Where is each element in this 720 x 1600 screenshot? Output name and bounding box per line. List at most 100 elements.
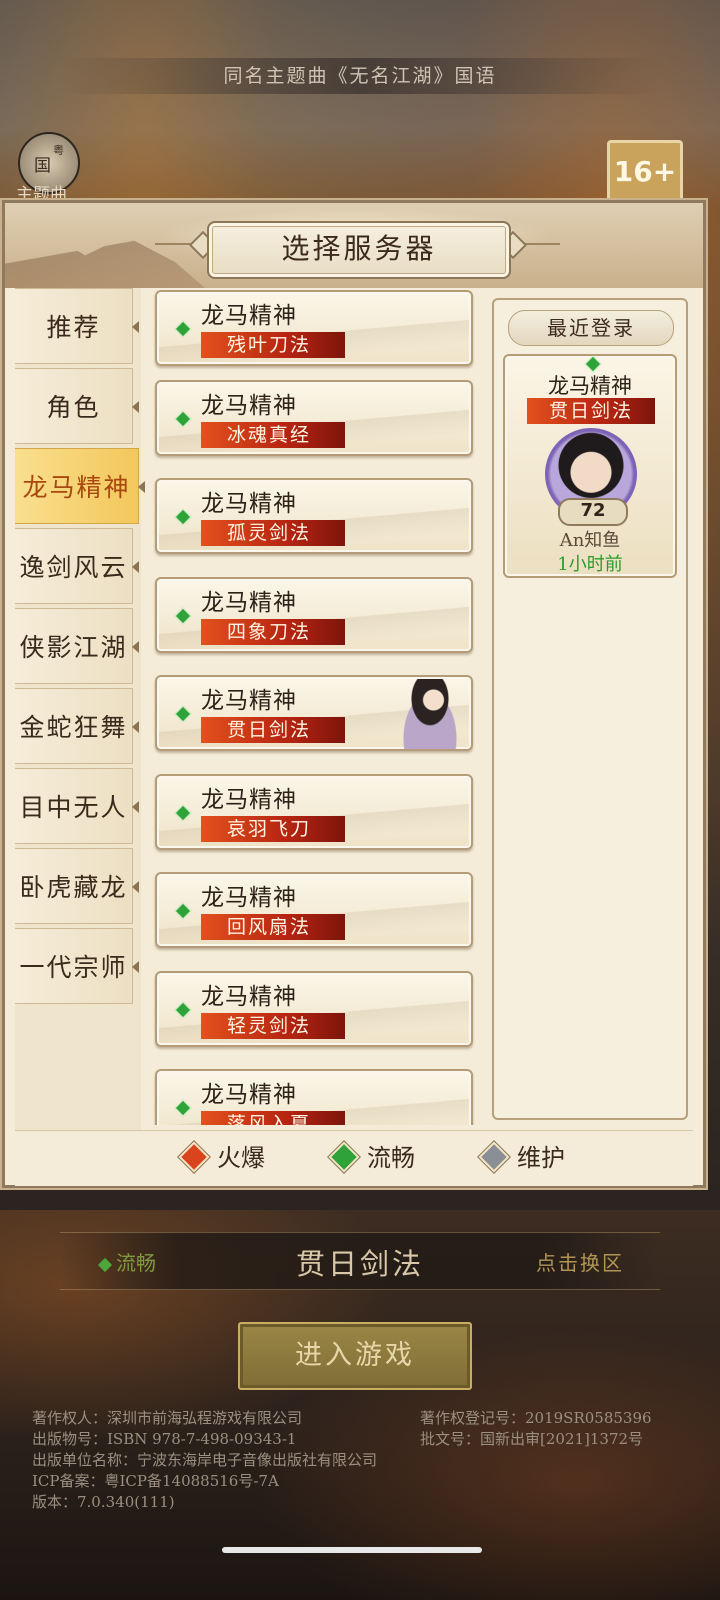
server-item[interactable]: 龙马精神 孤灵剑法: [155, 478, 473, 554]
tab-label: 目中无人: [19, 793, 128, 822]
recent-login-title: 最近登录: [508, 310, 674, 346]
server-zone: 龙马精神: [201, 491, 297, 517]
tab-label: 卧虎藏龙: [19, 873, 128, 902]
tab-longma-jingshen[interactable]: 龙马精神: [15, 448, 145, 524]
server-name: 残叶刀法: [201, 332, 345, 358]
last-login-time: 1小时前: [557, 554, 623, 575]
isbn: 出版物号：ISBN 978-7-498-09343-1: [32, 1430, 297, 1448]
server-item[interactable]: 龙马精神 冰魂真经: [155, 380, 473, 456]
server-name: 轻灵剑法: [201, 1013, 345, 1039]
publisher: 出版单位名称：宁波东海岸电子音像出版社有限公司: [32, 1451, 378, 1469]
tab-label: 侠影江湖: [19, 633, 128, 662]
version: 版本：7.0.340(111): [32, 1493, 175, 1511]
status-smooth-icon: [174, 410, 192, 428]
enter-game-button[interactable]: 进入游戏: [238, 1322, 472, 1390]
character-portrait-icon: [395, 679, 465, 749]
player-level: 72: [558, 498, 628, 526]
server-name: 冰魂真经: [201, 422, 345, 448]
home-indicator[interactable]: [222, 1547, 482, 1553]
approval-no: 批文号：国新出审[2021]1372号: [420, 1430, 644, 1448]
tab-label: 逸剑风云: [19, 553, 128, 582]
tab-label: 金蛇狂舞: [19, 713, 128, 742]
recent-login-card[interactable]: 龙马精神 贯日剑法 72 An知鱼 1小时前: [503, 354, 677, 578]
legend-maintenance: 维护: [478, 1141, 565, 1175]
status-smooth-icon: [174, 902, 192, 920]
server-item[interactable]: 龙马精神 回风扇法: [155, 872, 473, 948]
cantonese-glyph: 粤: [53, 144, 64, 157]
tab-arrow-icon: [132, 721, 139, 733]
tab-arrow-icon: [132, 961, 139, 973]
tab-arrow-icon: [132, 641, 139, 653]
tab-arrow-icon: [138, 481, 145, 493]
tab-yidai-zongshi[interactable]: 一代宗师: [15, 928, 139, 1004]
server-zone: 龙马精神: [201, 885, 297, 911]
server-zone: 龙马精神: [201, 303, 297, 329]
hot-gem-icon: [178, 1141, 210, 1173]
status-smooth-icon: [174, 508, 192, 526]
server-zone: 龙马精神: [201, 984, 297, 1010]
copyright-reg-no: 著作权登记号：2019SR0585396: [420, 1409, 652, 1427]
panel-header: 选择服务器: [5, 203, 703, 288]
switch-server-button[interactable]: 点击换区: [536, 1247, 624, 1276]
status-smooth-icon: [174, 804, 192, 822]
tab-yijian-fengyun[interactable]: 逸剑风云: [15, 528, 139, 604]
tab-arrow-icon: [132, 561, 139, 573]
recent-zone: 龙马精神: [548, 374, 632, 398]
tab-recommended[interactable]: 推荐: [15, 288, 139, 364]
server-zone: 龙马精神: [201, 787, 297, 813]
copyright-info: 著作权人：深圳市前海弘程游戏有限公司 著作权登记号：2019SR0585396 出…: [32, 1408, 702, 1513]
server-zone: 龙马精神: [201, 393, 297, 419]
server-name: 孤灵剑法: [201, 520, 345, 546]
status-smooth-icon: [174, 320, 192, 338]
tab-characters[interactable]: 角色: [15, 368, 139, 444]
server-zone: 龙马精神: [201, 688, 297, 714]
theme-song-banner: 同名主题曲《无名江湖》国语: [60, 58, 660, 94]
legend-label: 火爆: [217, 1144, 265, 1172]
icp: ICP备案：粤ICP备14088516号-7A: [32, 1472, 279, 1490]
mandarin-glyph: 国: [34, 156, 51, 176]
maintenance-gem-icon: [478, 1141, 510, 1173]
mountain-decoration: [5, 229, 205, 288]
legend-label: 流畅: [367, 1144, 415, 1172]
tab-muzhong-wuren[interactable]: 目中无人: [15, 768, 139, 844]
status-smooth-icon: [174, 1099, 192, 1117]
status-legend: 火爆 流畅 维护: [15, 1130, 693, 1186]
recent-login-section: 最近登录 龙马精神 贯日剑法 72 An知鱼 1小时前: [492, 298, 688, 1120]
tab-xiaying-jianghu[interactable]: 侠影江湖: [15, 608, 139, 684]
status-smooth-icon: [174, 607, 192, 625]
server-list[interactable]: 龙马精神 残叶刀法 龙马精神 冰魂真经 龙马精神 孤灵剑法 龙马精神 四象刀法 …: [147, 288, 487, 1125]
tab-label: 推荐: [46, 313, 101, 342]
server-select-panel: 选择服务器 推荐 角色 龙马精神 逸剑风云 侠影江湖 金蛇狂舞 目中无人 卧虎藏…: [2, 200, 706, 1188]
server-zone: 龙马精神: [201, 1082, 297, 1108]
server-item[interactable]: 龙马精神 落风入夏: [155, 1069, 473, 1125]
server-name: 哀羽飞刀: [201, 816, 345, 842]
server-group-tabs: 推荐 角色 龙马精神 逸剑风云 侠影江湖 金蛇狂舞 目中无人 卧虎藏龙 一代宗师: [15, 288, 145, 1130]
tab-label: 一代宗师: [19, 953, 128, 982]
server-item-selected[interactable]: 龙马精神 贯日剑法: [155, 675, 473, 751]
server-name: 落风入夏: [201, 1111, 345, 1125]
tab-wohu-canglong[interactable]: 卧虎藏龙: [15, 848, 139, 924]
tab-arrow-icon: [132, 801, 139, 813]
server-item[interactable]: 龙马精神 轻灵剑法: [155, 971, 473, 1047]
tab-arrow-icon: [132, 321, 139, 333]
server-item[interactable]: 龙马精神 残叶刀法: [155, 290, 473, 366]
recent-server-name: 贯日剑法: [527, 398, 655, 424]
server-name: 四象刀法: [201, 619, 345, 645]
status-smooth-icon: [174, 1001, 192, 1019]
tab-arrow-icon: [132, 401, 139, 413]
copyright-owner: 著作权人：深圳市前海弘程游戏有限公司: [32, 1409, 303, 1427]
tab-arrow-icon: [132, 881, 139, 893]
player-name: An知鱼: [559, 530, 621, 551]
server-item[interactable]: 龙马精神 四象刀法: [155, 577, 473, 653]
tab-jinshe-kuangwu[interactable]: 金蛇狂舞: [15, 688, 139, 764]
server-item[interactable]: 龙马精神 哀羽飞刀: [155, 774, 473, 850]
server-name: 贯日剑法: [201, 717, 345, 743]
tab-label: 角色: [46, 393, 101, 422]
legend-label: 维护: [517, 1144, 565, 1172]
selected-server-bar: 流畅 贯日剑法 点击换区: [60, 1232, 660, 1290]
server-zone: 龙马精神: [201, 590, 297, 616]
tab-label: 龙马精神: [22, 473, 131, 502]
server-name: 回风扇法: [201, 914, 345, 940]
legend-smooth: 流畅: [328, 1141, 415, 1175]
status-smooth-icon: [174, 705, 192, 723]
